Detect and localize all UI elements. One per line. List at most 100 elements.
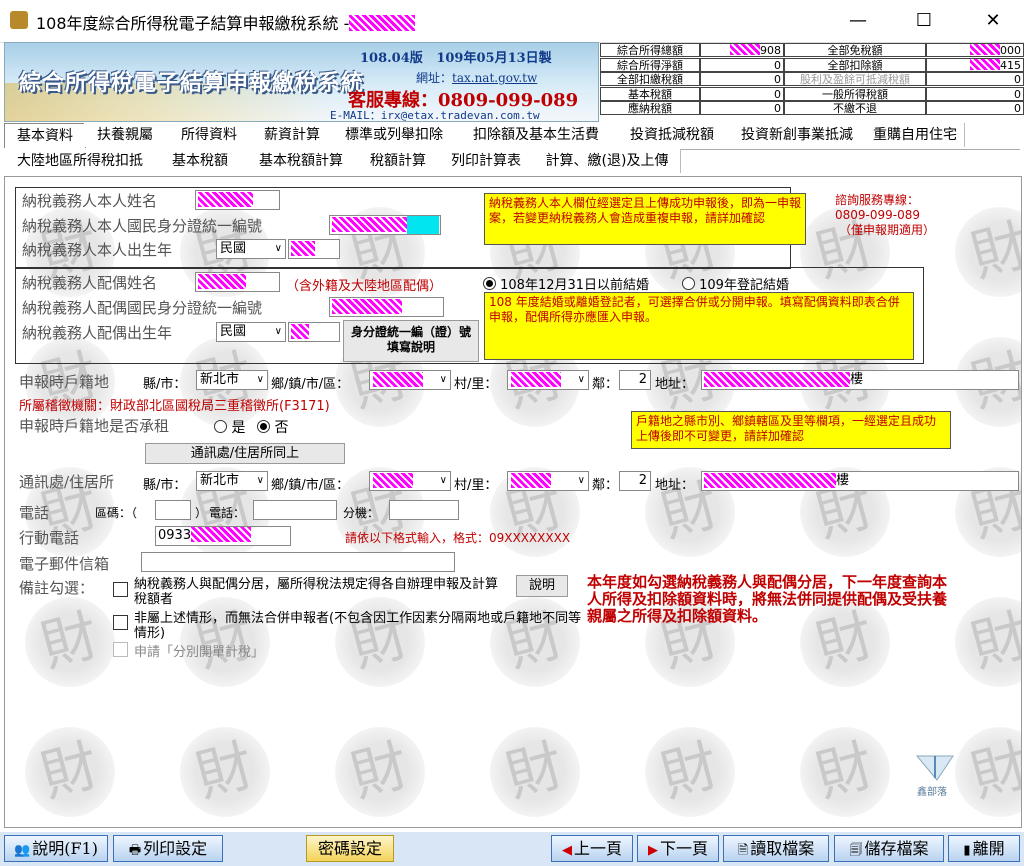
- mailing-village-select[interactable]: ∨: [507, 471, 589, 491]
- tab-1-2[interactable]: 所得資料: [166, 123, 253, 147]
- spouse-birth-year-input[interactable]: [288, 322, 340, 342]
- area-code-close: ）: [195, 506, 208, 520]
- summary-right-label: 股利及盈餘可抵減稅額: [784, 72, 926, 87]
- household-address-input[interactable]: 樓: [701, 370, 1019, 390]
- title-bar: 108年度綜合所得稅電子結算申報繳稅系統 - — ☐ ✕: [0, 0, 1024, 43]
- tab-1-8[interactable]: 重購自用住宅: [866, 123, 965, 147]
- tab-row-1: 基本資料 扶養親屬 所得資料 薪資計算 標準或列舉扣除 扣除額及基本生活費 投資抵減稅額 投資…: [4, 123, 1020, 150]
- tab-1-0[interactable]: 基本資料: [4, 123, 86, 148]
- tax-office-label: 所屬稽徵機關：財政部北區國稅局三重稽徵所(F3171): [19, 399, 330, 414]
- marriage-option-1[interactable]: 108年12月31日以前結婚: [483, 274, 649, 293]
- household-neighbor-label: 鄰：: [592, 377, 619, 392]
- same-address-button[interactable]: 通訊處/住居所同上: [145, 443, 345, 464]
- remarks-explain-button[interactable]: 說明: [516, 575, 568, 597]
- tab-1-5[interactable]: 扣除額及基本生活費: [456, 123, 617, 147]
- website-link[interactable]: 網址：tax.nat.gov.tw: [416, 69, 537, 86]
- household-town-select[interactable]: ∨: [369, 370, 451, 390]
- close-button[interactable]: ✕: [970, 4, 1016, 38]
- taxpayer-birth-era-select[interactable]: 民國 ∨: [216, 239, 286, 259]
- rent-yes-radio[interactable]: [214, 420, 227, 433]
- tab-2-5[interactable]: 計算、繳(退)及上傳: [534, 149, 681, 173]
- spouse-birth-label: 納稅義務人配偶出生年: [22, 324, 173, 342]
- household-city-select[interactable]: 新北市 ∨: [196, 370, 268, 390]
- print-setup-button[interactable]: 🖶 列印設定: [113, 835, 223, 862]
- tab-1-3[interactable]: 薪資計算: [252, 123, 333, 147]
- taxpayer-id-label: 納稅義務人本人國民身分證統一編號: [22, 217, 263, 235]
- marriage-radio-2[interactable]: [682, 277, 695, 290]
- rent-no-option[interactable]: 否: [257, 417, 288, 437]
- email-input[interactable]: [141, 552, 455, 572]
- redaction-mark: [730, 44, 760, 55]
- mobile-format-hint: 請依以下格式輸入，格式：09XXXXXXXX: [345, 531, 571, 545]
- household-neighbor-input[interactable]: 2: [619, 370, 651, 390]
- cannot-combine-checkbox[interactable]: [113, 615, 128, 630]
- tab-2-3[interactable]: 稅額計算: [358, 149, 439, 173]
- spouse-birth-era-select[interactable]: 民國 ∨: [216, 322, 286, 342]
- next-page-button[interactable]: ▶ 下一頁: [637, 835, 719, 862]
- household-village-label: 村/里：: [454, 377, 498, 392]
- load-file-button[interactable]: 🗎 讀取檔案: [723, 835, 829, 862]
- tab-2-4[interactable]: 列印計算表: [438, 149, 535, 173]
- tab-2-2[interactable]: 基本稅額計算: [244, 149, 359, 173]
- watermark-stamp: [25, 597, 115, 687]
- mailing-address-input[interactable]: 樓: [701, 471, 1019, 491]
- email-label: E-MAIL：irx@etax.tradevan.com.tw: [330, 109, 540, 122]
- spouse-id-input[interactable]: [329, 297, 444, 317]
- tab-2-0[interactable]: 大陸地區所得稅扣抵: [4, 149, 157, 173]
- tab-2-1[interactable]: 基本稅額: [156, 149, 245, 173]
- household-city-label: 縣/市：: [143, 377, 187, 392]
- marriage-radio-1[interactable]: [483, 277, 496, 290]
- tab-1-4[interactable]: 標準或列舉扣除: [332, 123, 457, 147]
- app-icon: [10, 11, 28, 29]
- marriage-option-2[interactable]: 109年登記結婚: [682, 274, 789, 293]
- summary-right-value: 0: [926, 101, 1024, 116]
- mailing-neighbor-input[interactable]: 2: [619, 471, 651, 491]
- phone-input[interactable]: [253, 500, 337, 520]
- help-button[interactable]: 👥 說明(F1): [4, 835, 108, 862]
- extension-input[interactable]: [389, 500, 459, 520]
- taxpayer-id-input[interactable]: [329, 215, 441, 235]
- mailing-town-select[interactable]: ∨: [369, 471, 451, 491]
- separate-billing-checkbox[interactable]: [113, 642, 128, 657]
- rent-label: 申報時戶籍地是否承租: [19, 417, 170, 435]
- mobile-input[interactable]: 0933: [155, 526, 291, 546]
- prev-page-button[interactable]: ◀ 上一頁: [551, 835, 633, 862]
- brand-label: 鑫部落: [917, 787, 947, 798]
- spouse-name-input[interactable]: [195, 272, 280, 292]
- arrow-left-icon: ◀: [561, 843, 572, 858]
- taxpayer-birth-year-input[interactable]: [288, 239, 340, 259]
- consult-info: 諮詢服務專線： 0809-099-089 （僅申報期適用）: [835, 193, 936, 237]
- phone-label: 電話: [19, 504, 50, 522]
- watermark-stamp: [955, 727, 1021, 817]
- rent-yes-option[interactable]: 是: [214, 417, 245, 437]
- summary-value-text: 0: [774, 87, 781, 101]
- mailing-city-select[interactable]: 新北市 ∨: [196, 471, 268, 491]
- exit-button[interactable]: ▮ 離開: [948, 835, 1020, 862]
- summary-value-text: 0: [1014, 87, 1021, 101]
- rent-no-radio[interactable]: [257, 420, 270, 433]
- id-help-button[interactable]: 身分證統一編（證）號填寫說明: [343, 320, 479, 362]
- brand-logo-icon: [915, 752, 955, 782]
- maximize-button[interactable]: ☐: [901, 4, 947, 38]
- exit-door-icon: ▮: [963, 843, 971, 858]
- household-village-select[interactable]: ∨: [507, 370, 589, 390]
- bottom-toolbar: 👥 說明(F1) 🖶 列印設定 密碼設定 ◀ 上一頁 ▶ 下一頁 🗎 讀取檔案 🗐 儲存檔案…: [0, 832, 1024, 866]
- area-code-label: 區碼：（: [95, 506, 138, 520]
- minimize-button[interactable]: —: [835, 4, 881, 38]
- tab-1-1[interactable]: 扶養親屬: [84, 123, 167, 147]
- save-file-button[interactable]: 🗐 儲存檔案: [834, 835, 944, 862]
- summary-left-value: 0: [700, 57, 784, 72]
- tab-1-7[interactable]: 投資新創事業抵減: [728, 123, 867, 147]
- watermark-stamp: [645, 727, 735, 817]
- summary-value-text: 0: [774, 102, 781, 116]
- window-title: 108年度綜合所得稅電子結算申報繳稅系統 -: [36, 10, 416, 34]
- separation-checkbox[interactable]: [113, 582, 128, 597]
- tab-1-6[interactable]: 投資抵減稅額: [616, 123, 729, 147]
- summary-right-label: 一般所得稅額: [784, 86, 926, 101]
- open-file-icon: 🗎: [737, 843, 749, 858]
- summary-right-label: 不繳不退: [784, 101, 926, 116]
- taxpayer-name-input[interactable]: [195, 190, 280, 210]
- password-button[interactable]: 密碼設定: [306, 835, 394, 862]
- area-code-input[interactable]: [155, 500, 191, 520]
- spouse-id-label: 納稅義務人配偶國民身分證統一編號: [22, 299, 263, 317]
